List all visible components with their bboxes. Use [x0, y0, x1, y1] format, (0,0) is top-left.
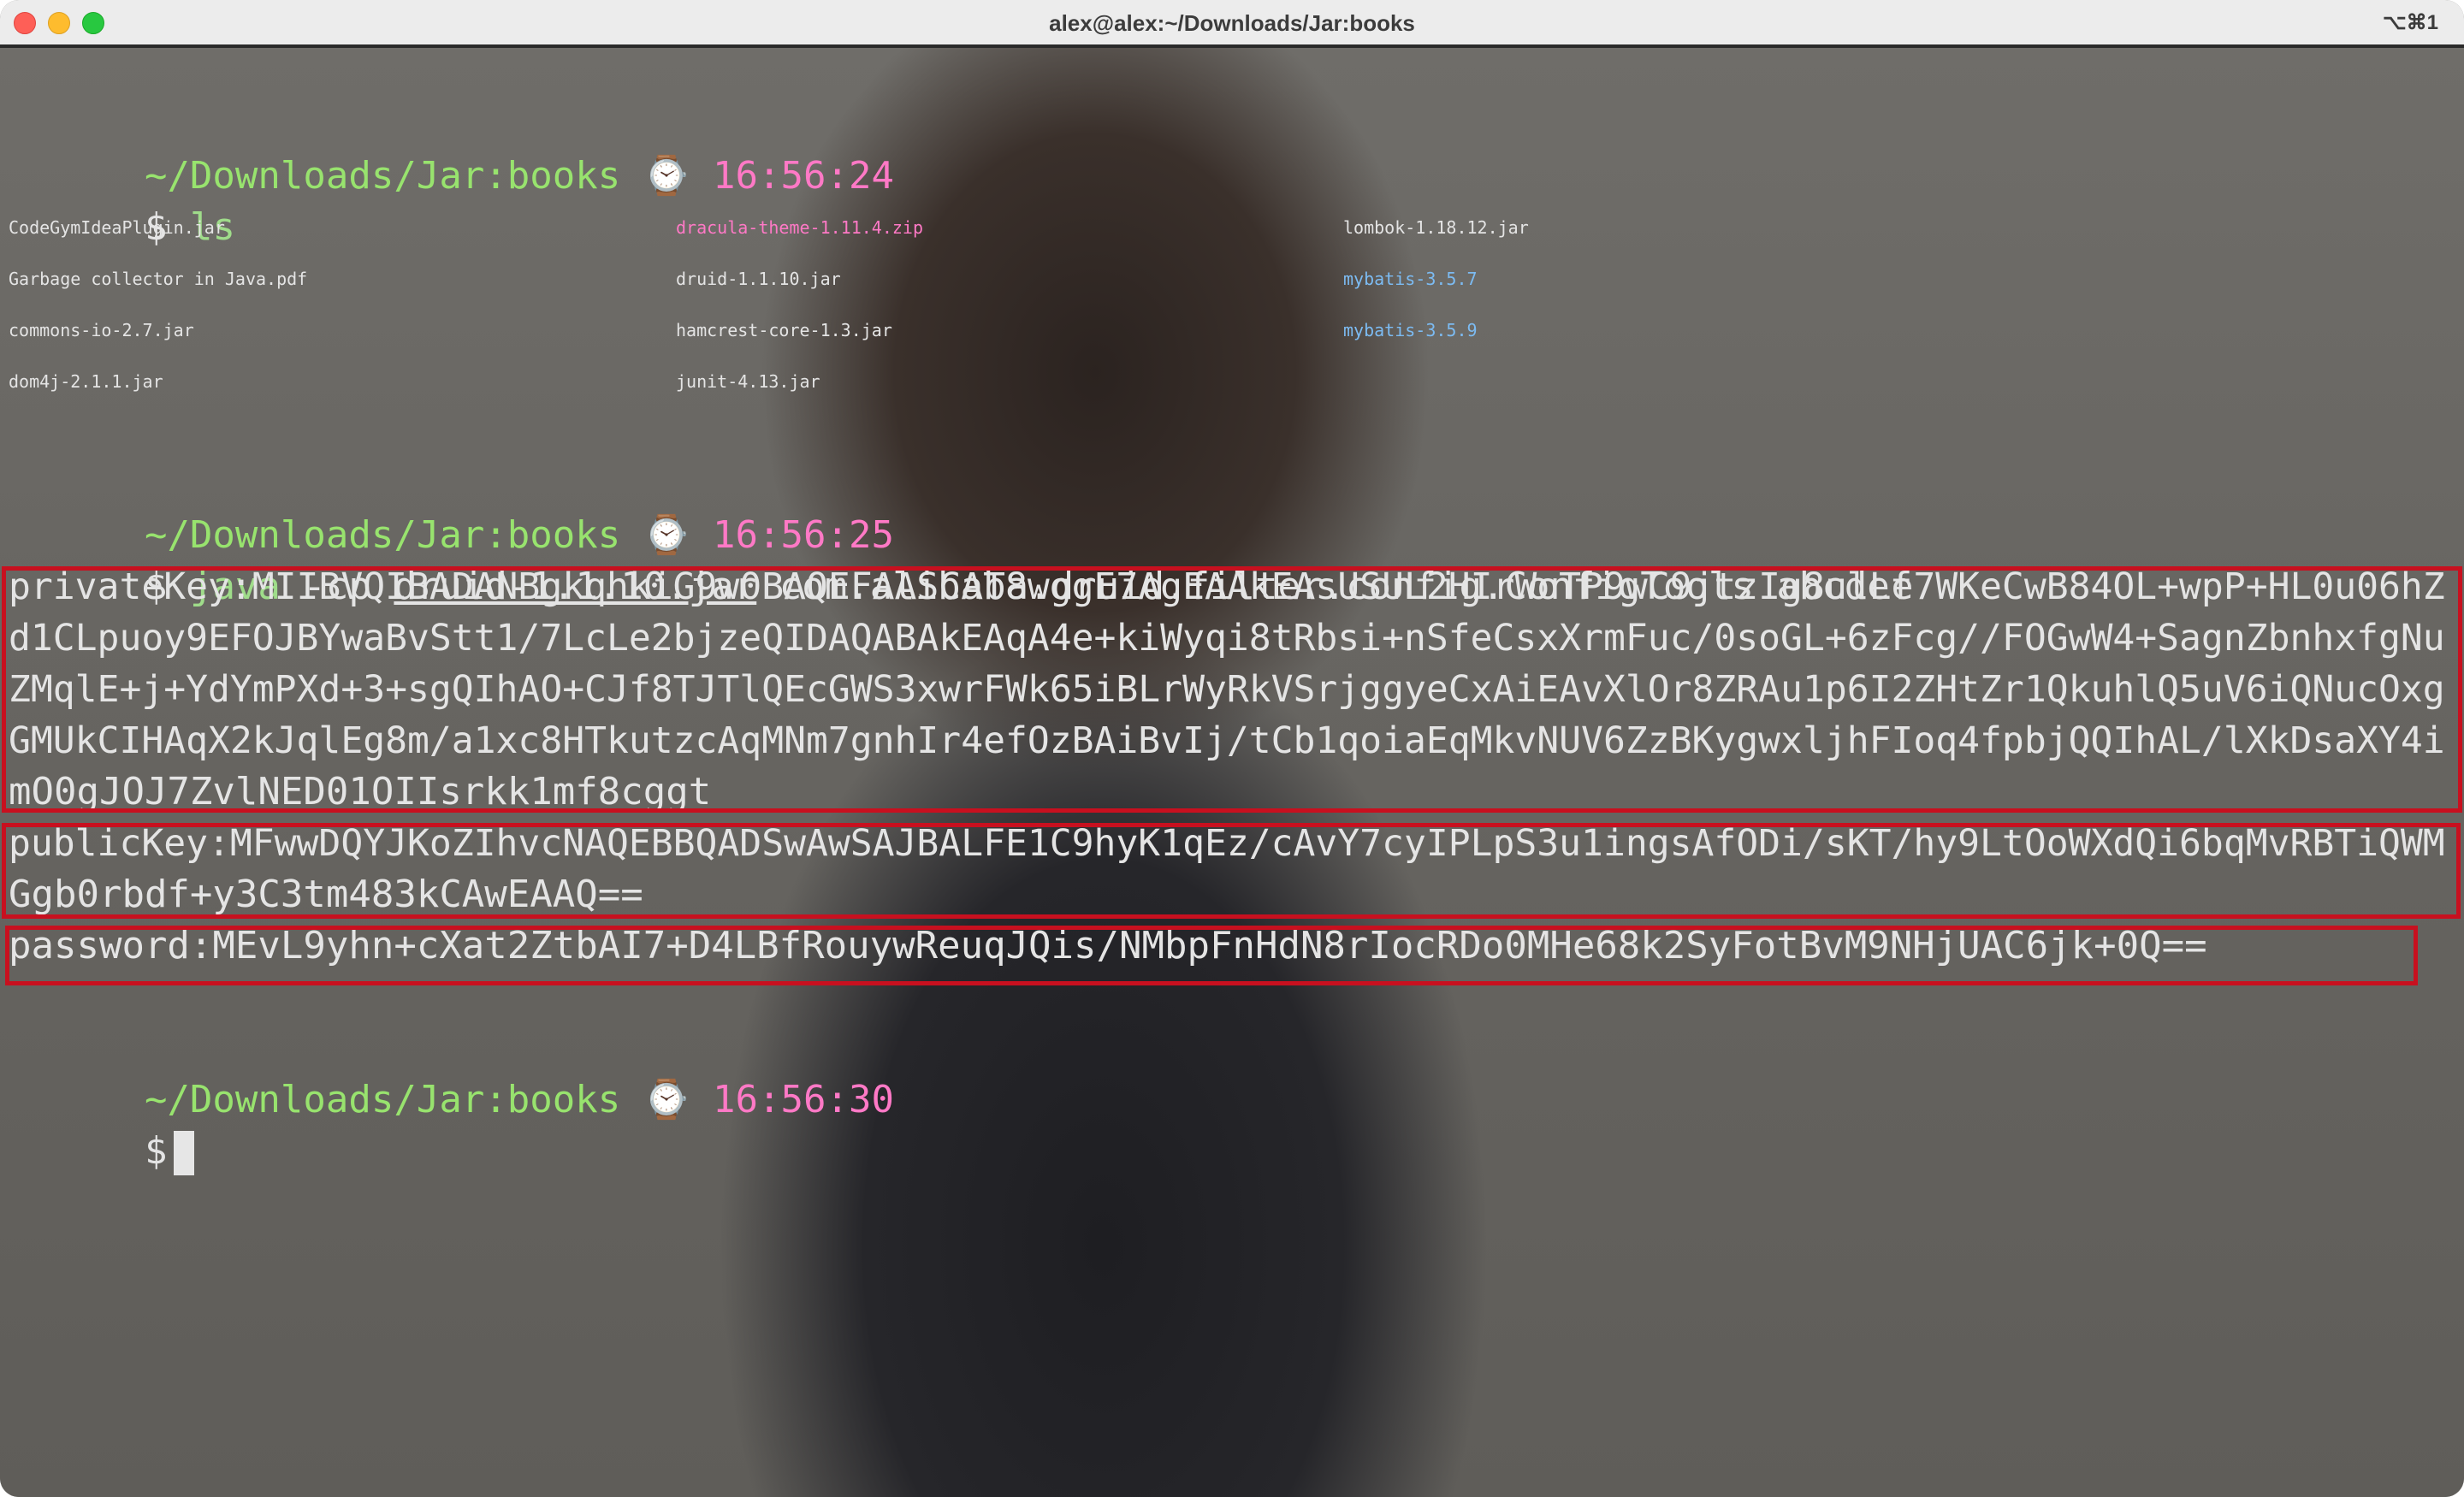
command-line: $ ls [9, 151, 235, 249]
prompt-path: ~/Downloads/Jar:books [144, 1078, 621, 1121]
list-item: Garbage collector in Java.pdf [9, 269, 308, 289]
public-key-highlight-box [2, 823, 2461, 919]
list-item: commons-io-2.7.jar [9, 320, 194, 340]
list-item: junit-4.13.jar [676, 371, 820, 392]
prompt-time: 16:56:30 [713, 1078, 894, 1121]
watch-icon: ⌚ [643, 1078, 690, 1121]
list-item: dracula-theme-1.11.4.zip [676, 217, 923, 238]
list-item: CodeGymIdeaPlugin.jar [9, 217, 225, 238]
list-item: hamcrest-core-1.3.jar [676, 320, 892, 340]
ls-row: dom4j-2.1.1.jar junit-4.13.jar [9, 356, 2455, 407]
prompt-symbol: $ [144, 1129, 168, 1173]
ls-row: commons-io-2.7.jar hamcrest-core-1.3.jar… [9, 305, 2455, 356]
prompt-line: ~/Downloads/Jar:books ⌚ 16:56:25 [9, 459, 894, 557]
title-bar: alex@alex:~/Downloads/Jar:books ⌥⌘1 [0, 0, 2464, 48]
window-title: alex@alex:~/Downloads/Jar:books [1049, 10, 1415, 36]
list-item: lombok-1.18.12.jar [1343, 217, 1529, 238]
private-key-highlight-box [2, 566, 2462, 813]
list-item: mybatis-3.5.7 [1343, 269, 1478, 289]
prompt-line: ~/Downloads/Jar:books ⌚ 16:56:30 [9, 1023, 894, 1121]
ls-row: CodeGymIdeaPlugin.jar dracula-theme-1.11… [9, 202, 2455, 253]
terminal-window: alex@alex:~/Downloads/Jar:books ⌥⌘1 ~/Do… [0, 0, 2464, 1497]
command-line: $ java -cp druid-1.1.10.jar com.alibaba.… [9, 510, 1912, 608]
password-highlight-box [5, 926, 2418, 985]
text-cursor[interactable] [174, 1131, 195, 1175]
ls-row: Garbage collector in Java.pdf druid-1.1.… [9, 253, 2455, 305]
list-item: druid-1.1.10.jar [676, 269, 841, 289]
command-line: $ [9, 1074, 195, 1175]
watch-icon: ⌚ [643, 154, 690, 198]
window-shortcut: ⌥⌘1 [2382, 11, 2438, 34]
prompt-time: 16:56:24 [713, 154, 894, 198]
list-item: dom4j-2.1.1.jar [9, 371, 163, 392]
list-item: mybatis-3.5.9 [1343, 320, 1478, 340]
prompt-line: ~/Downloads/Jar:books ⌚ 16:56:24 [9, 99, 894, 198]
